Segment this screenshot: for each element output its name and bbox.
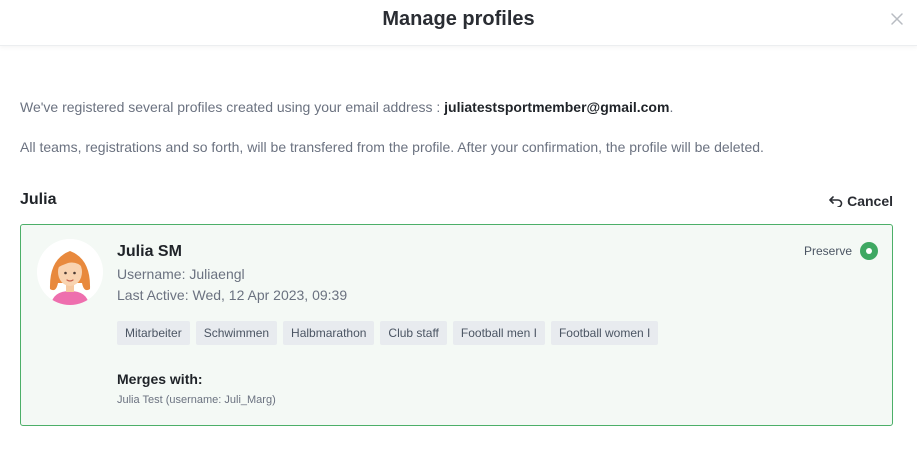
close-icon[interactable] (889, 11, 905, 27)
cancel-button[interactable]: Cancel (829, 193, 893, 209)
preserve-label: Preserve (803, 244, 852, 258)
intro-email-text: We've registered several profiles create… (20, 97, 900, 117)
avatar (37, 239, 103, 305)
profile-name: Julia SM (117, 243, 182, 260)
merged-profile: Julia Test (username: Juli_Marg) (117, 394, 276, 406)
profile-card: Julia SM Username: Juliaengl Last Active… (20, 224, 893, 426)
merges-with-label: Merges with: (117, 371, 203, 387)
tag: Halbmarathon (283, 321, 375, 345)
dialog-title: Manage profiles (382, 8, 535, 30)
tag: Club staff (380, 321, 447, 345)
group-name: Julia (20, 191, 57, 208)
tag: Football women I (550, 321, 659, 345)
intro-transfer-text: All teams, registrations and so forth, w… (20, 139, 764, 155)
profile-tags: Mitarbeiter Schwimmen Halbmarathon Club … (117, 321, 659, 345)
tag: Mitarbeiter (117, 321, 190, 345)
tag: Football men I (452, 321, 545, 345)
tag: Schwimmen (195, 321, 278, 345)
profile-last-active: Last Active: Wed, 12 Apr 2023, 09:39 (117, 287, 348, 303)
account-email: juliatestsportmember@gmail.com (444, 99, 670, 115)
cancel-label: Cancel (847, 193, 893, 209)
preserve-radio[interactable] (860, 242, 878, 260)
intro-prefix: We've registered several profiles create… (20, 99, 445, 115)
profile-username: Username: Juliaengl (117, 266, 245, 282)
intro-suffix: . (669, 99, 674, 115)
dialog-header: Manage profiles (0, 0, 917, 46)
preserve-option[interactable]: Preserve (804, 242, 878, 260)
manage-profiles-dialog: Manage profiles We've registered several… (0, 0, 917, 456)
undo-arrow-icon (829, 195, 843, 207)
